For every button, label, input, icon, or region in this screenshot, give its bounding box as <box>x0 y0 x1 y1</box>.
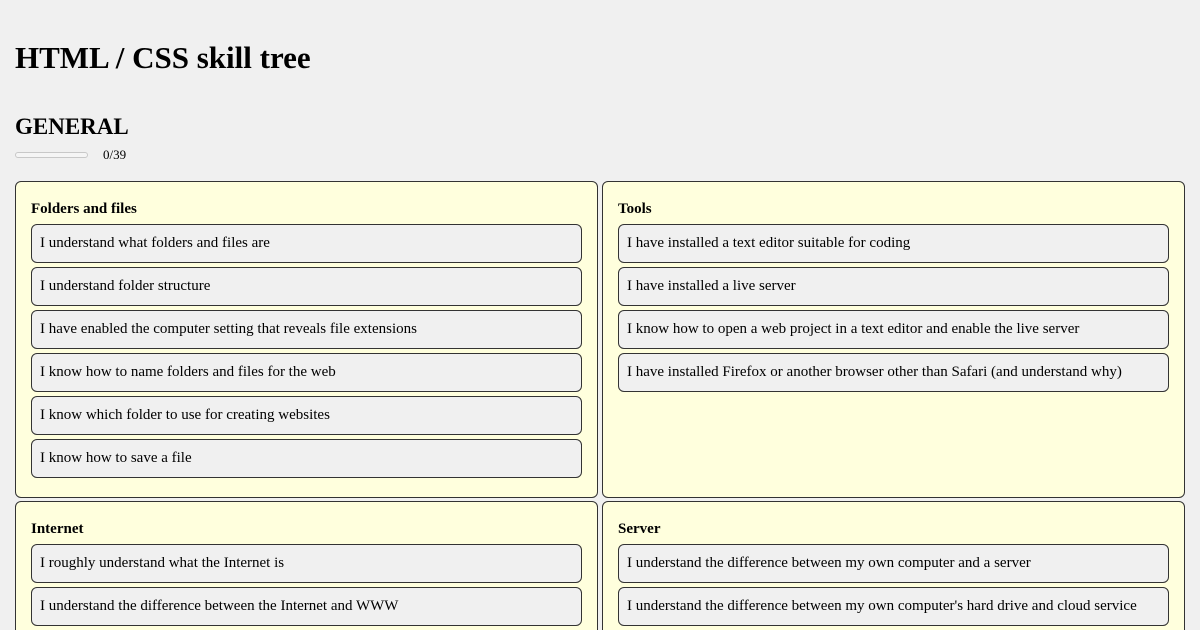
skill-card-internet: Internet I roughly understand what the I… <box>15 501 598 630</box>
progress-bar <box>15 152 88 158</box>
skill-item[interactable]: I understand what folders and files are <box>31 224 582 263</box>
skill-list: I roughly understand what the Internet i… <box>31 544 582 626</box>
skill-item[interactable]: I know how to open a web project in a te… <box>618 310 1169 349</box>
skill-item[interactable]: I have installed a text editor suitable … <box>618 224 1169 263</box>
page-title: HTML / CSS skill tree <box>15 40 311 75</box>
skill-item[interactable]: I know how to name folders and files for… <box>31 353 582 392</box>
card-title: Internet <box>31 521 84 537</box>
card-title: Server <box>618 521 661 537</box>
skill-item[interactable]: I understand the difference between the … <box>31 587 582 626</box>
section-title: GENERAL <box>15 114 129 139</box>
card-title: Folders and files <box>31 201 137 217</box>
skill-item[interactable]: I know which folder to use for creating … <box>31 396 582 435</box>
section-progress: 0/39 <box>15 146 126 164</box>
page: HTML / CSS skill tree GENERAL 0/39 Folde… <box>0 0 1200 630</box>
skill-item[interactable]: I understand the difference between my o… <box>618 587 1169 626</box>
skill-item[interactable]: I know how to save a file <box>31 439 582 478</box>
skill-list: I have installed a text editor suitable … <box>618 224 1169 392</box>
card-title: Tools <box>618 201 652 217</box>
skill-list: I understand what folders and files are … <box>31 224 582 478</box>
skill-item[interactable]: I roughly understand what the Internet i… <box>31 544 582 583</box>
skill-item[interactable]: I understand folder structure <box>31 267 582 306</box>
skill-card-server: Server I understand the difference betwe… <box>602 501 1185 630</box>
skill-card-folders-and-files: Folders and files I understand what fold… <box>15 181 598 498</box>
skill-card-tools: Tools I have installed a text editor sui… <box>602 181 1185 498</box>
skill-item[interactable]: I have enabled the computer setting that… <box>31 310 582 349</box>
skill-list: I understand the difference between my o… <box>618 544 1169 626</box>
skill-item[interactable]: I have installed a live server <box>618 267 1169 306</box>
skill-item[interactable]: I understand the difference between my o… <box>618 544 1169 583</box>
skill-item[interactable]: I have installed Firefox or another brow… <box>618 353 1169 392</box>
progress-count: 0/39 <box>103 147 127 162</box>
